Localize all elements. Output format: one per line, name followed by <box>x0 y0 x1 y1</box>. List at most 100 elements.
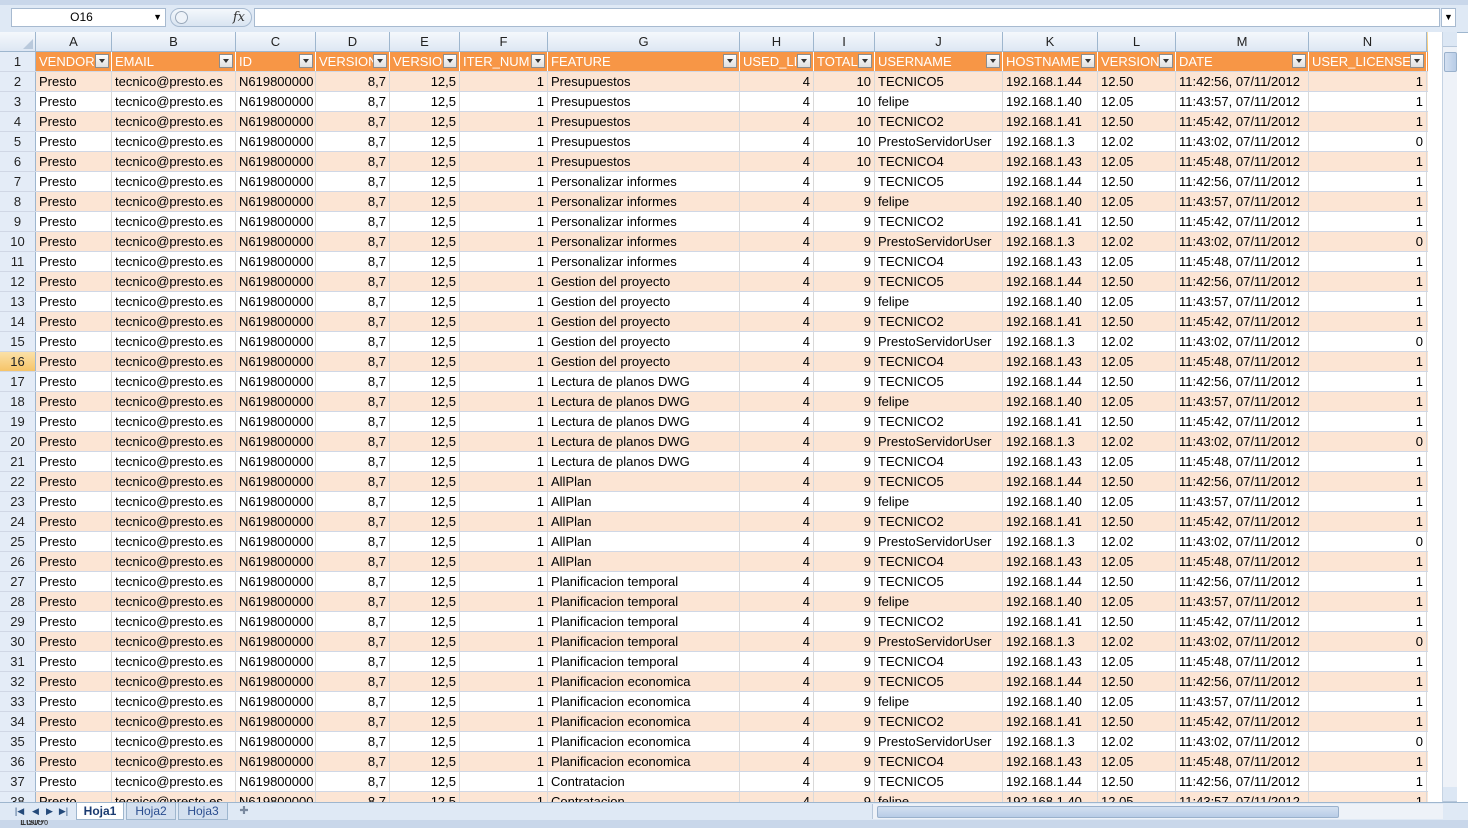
column-header-cell[interactable]: VERSION <box>316 52 390 71</box>
table-cell[interactable]: 192.168.1.44 <box>1003 272 1098 291</box>
table-cell[interactable]: felipe <box>875 692 1003 711</box>
table-cell[interactable]: 4 <box>740 72 814 91</box>
table-cell[interactable]: N619800000 <box>236 372 316 391</box>
table-cell[interactable]: 9 <box>814 692 875 711</box>
table-cell[interactable]: 4 <box>740 712 814 731</box>
table-cell[interactable]: Gestion del proyecto <box>548 272 740 291</box>
table-cell[interactable]: 12,5 <box>390 512 460 531</box>
table-cell[interactable]: Presto <box>36 312 112 331</box>
table-cell[interactable]: Presto <box>36 572 112 591</box>
table-cell[interactable]: N619800000 <box>236 292 316 311</box>
table-cell[interactable]: Presupuestos <box>548 112 740 131</box>
table-cell[interactable]: 192.168.1.41 <box>1003 312 1098 331</box>
table-cell[interactable]: 192.168.1.44 <box>1003 772 1098 791</box>
filter-dropdown-icon[interactable] <box>373 54 387 68</box>
table-cell[interactable]: Gestion del proyecto <box>548 312 740 331</box>
table-cell[interactable]: 1 <box>460 232 548 251</box>
table-cell[interactable]: 1 <box>460 612 548 631</box>
table-cell[interactable]: tecnico@presto.es <box>112 72 236 91</box>
table-cell[interactable]: 9 <box>814 412 875 431</box>
table-cell[interactable]: 11:42:56, 07/11/2012 <box>1176 472 1309 491</box>
tab-hoja3[interactable]: Hoja3 <box>178 803 228 820</box>
table-cell[interactable]: 11:43:57, 07/11/2012 <box>1176 692 1309 711</box>
table-cell[interactable]: TECNICO2 <box>875 612 1003 631</box>
row-number[interactable]: 36 <box>0 752 36 771</box>
table-cell[interactable]: 9 <box>814 552 875 571</box>
table-cell[interactable]: 8,7 <box>316 252 390 271</box>
table-cell[interactable]: 11:43:02, 07/11/2012 <box>1176 232 1309 251</box>
table-cell[interactable]: 8,7 <box>316 692 390 711</box>
last-sheet-icon[interactable]: ▶| <box>58 805 69 817</box>
table-cell[interactable]: N619800000 <box>236 412 316 431</box>
table-cell[interactable]: N619800000 <box>236 592 316 611</box>
table-cell[interactable]: 12.05 <box>1098 252 1176 271</box>
row-number[interactable]: 29 <box>0 612 36 631</box>
table-cell[interactable]: N619800000 <box>236 432 316 451</box>
table-cell[interactable]: PrestoServidorUser <box>875 332 1003 351</box>
table-cell[interactable]: 9 <box>814 212 875 231</box>
table-cell[interactable]: 4 <box>740 792 814 802</box>
table-cell[interactable]: N619800000 <box>236 152 316 171</box>
table-cell[interactable]: 11:42:56, 07/11/2012 <box>1176 772 1309 791</box>
table-cell[interactable]: 12.05 <box>1098 652 1176 671</box>
table-cell[interactable]: 192.168.1.3 <box>1003 732 1098 751</box>
table-cell[interactable]: Gestion del proyecto <box>548 332 740 351</box>
table-cell[interactable]: tecnico@presto.es <box>112 652 236 671</box>
table-cell[interactable]: 12.05 <box>1098 152 1176 171</box>
table-cell[interactable]: tecnico@presto.es <box>112 352 236 371</box>
table-cell[interactable]: N619800000 <box>236 352 316 371</box>
row-number[interactable]: 4 <box>0 112 36 131</box>
table-cell[interactable]: 12,5 <box>390 552 460 571</box>
table-cell[interactable]: 4 <box>740 272 814 291</box>
table-cell[interactable]: Contratacion <box>548 772 740 791</box>
table-cell[interactable]: Presto <box>36 192 112 211</box>
table-cell[interactable]: N619800000 <box>236 672 316 691</box>
table-cell[interactable]: 1 <box>1309 72 1427 91</box>
table-cell[interactable]: TECNICO5 <box>875 72 1003 91</box>
table-cell[interactable]: TECNICO4 <box>875 552 1003 571</box>
table-cell[interactable]: tecnico@presto.es <box>112 92 236 111</box>
table-cell[interactable]: Presto <box>36 352 112 371</box>
table-cell[interactable]: 11:43:02, 07/11/2012 <box>1176 132 1309 151</box>
table-cell[interactable]: 192.168.1.43 <box>1003 352 1098 371</box>
table-cell[interactable]: 12.50 <box>1098 612 1176 631</box>
filter-dropdown-icon[interactable] <box>1159 54 1173 68</box>
table-cell[interactable]: tecnico@presto.es <box>112 252 236 271</box>
row-number[interactable]: 33 <box>0 692 36 711</box>
table-cell[interactable]: N619800000 <box>236 332 316 351</box>
table-cell[interactable]: tecnico@presto.es <box>112 192 236 211</box>
table-cell[interactable]: 11:45:42, 07/11/2012 <box>1176 112 1309 131</box>
table-cell[interactable]: 12.02 <box>1098 732 1176 751</box>
scroll-up-icon[interactable] <box>1443 32 1457 47</box>
table-cell[interactable]: AllPlan <box>548 552 740 571</box>
table-cell[interactable]: Planificacion temporal <box>548 592 740 611</box>
table-cell[interactable]: 12.05 <box>1098 292 1176 311</box>
table-cell[interactable]: Planificacion temporal <box>548 612 740 631</box>
filter-dropdown-icon[interactable] <box>443 54 457 68</box>
table-cell[interactable]: Presupuestos <box>548 132 740 151</box>
table-cell[interactable]: Presto <box>36 652 112 671</box>
table-cell[interactable]: 11:43:57, 07/11/2012 <box>1176 192 1309 211</box>
table-cell[interactable]: 12,5 <box>390 92 460 111</box>
table-cell[interactable]: TECNICO4 <box>875 252 1003 271</box>
table-cell[interactable]: 12.05 <box>1098 452 1176 471</box>
row-number[interactable]: 24 <box>0 512 36 531</box>
table-cell[interactable]: 192.168.1.41 <box>1003 512 1098 531</box>
table-cell[interactable]: tecnico@presto.es <box>112 672 236 691</box>
table-cell[interactable]: 11:45:42, 07/11/2012 <box>1176 512 1309 531</box>
table-cell[interactable]: N619800000 <box>236 552 316 571</box>
table-cell[interactable]: N619800000 <box>236 172 316 191</box>
table-cell[interactable]: 1 <box>1309 652 1427 671</box>
table-cell[interactable]: 192.168.1.44 <box>1003 672 1098 691</box>
table-cell[interactable]: 11:45:48, 07/11/2012 <box>1176 552 1309 571</box>
table-cell[interactable]: 9 <box>814 772 875 791</box>
table-cell[interactable]: 1 <box>460 472 548 491</box>
filter-dropdown-icon[interactable] <box>299 54 313 68</box>
table-cell[interactable]: tecnico@presto.es <box>112 392 236 411</box>
table-cell[interactable]: 4 <box>740 612 814 631</box>
table-cell[interactable]: 12,5 <box>390 392 460 411</box>
table-cell[interactable]: TECNICO4 <box>875 152 1003 171</box>
table-cell[interactable]: 12,5 <box>390 632 460 651</box>
table-cell[interactable]: felipe <box>875 92 1003 111</box>
table-cell[interactable]: 8,7 <box>316 192 390 211</box>
